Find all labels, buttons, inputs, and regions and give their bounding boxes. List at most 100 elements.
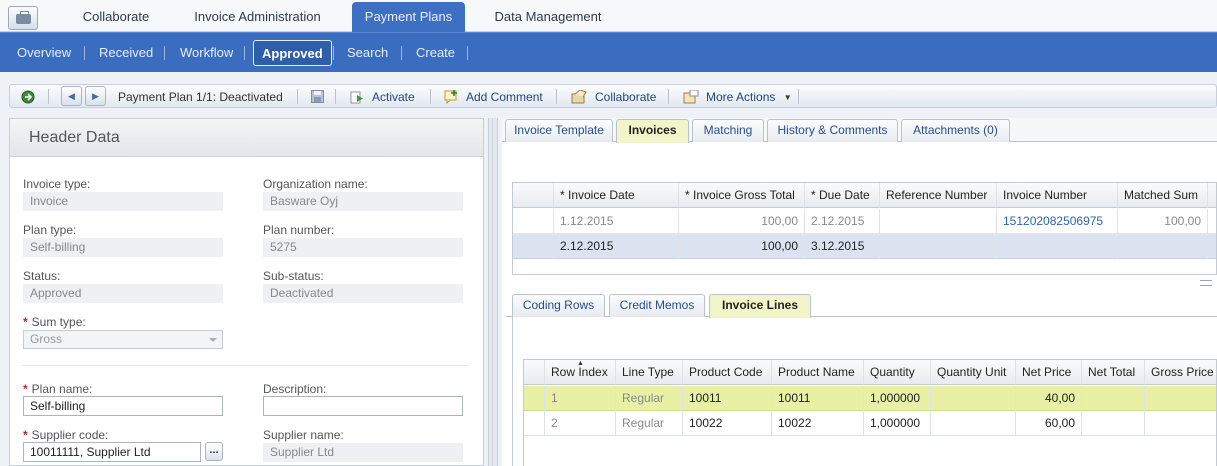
column-header[interactable]: * Invoice Date <box>554 183 679 208</box>
product-code-cell[interactable]: 10011 <box>683 386 772 411</box>
line-type-cell[interactable]: Regular <box>616 411 683 436</box>
refresh-icon[interactable] <box>21 88 35 106</box>
column-header[interactable]: Line Type <box>616 360 683 385</box>
matched-sum-cell[interactable]: 100,00 <box>1118 209 1208 234</box>
tab-attachments[interactable]: Attachments (0) <box>901 119 1010 142</box>
invoice-details-panel: Invoice Template Invoices Matching Histo… <box>502 118 1217 466</box>
column-header[interactable]: Reference Number <box>880 183 997 208</box>
tab-matching[interactable]: Matching <box>692 119 764 142</box>
net-price-cell[interactable]: 60,00 <box>1016 411 1082 436</box>
row-handle <box>513 234 554 259</box>
tab-data-management[interactable]: Data Management <box>484 2 612 32</box>
sum-type-label-text: Sum type: <box>31 315 86 329</box>
column-header[interactable]: * Due Date <box>805 183 880 208</box>
activate-button[interactable]: Activate <box>350 88 415 106</box>
gross-total-cell[interactable]: 100,00 <box>679 209 805 234</box>
line-tabs: Coding Rows Credit Memos Invoice Lines <box>506 293 1217 318</box>
add-comment-label: Add Comment <box>466 90 543 104</box>
column-header[interactable]: Matched Sum <box>1118 183 1208 208</box>
column-header[interactable]: Product Name <box>772 360 864 385</box>
subnav-received[interactable]: Received <box>99 40 153 66</box>
tab-invoice-template[interactable]: Invoice Template <box>505 119 613 142</box>
quantity-cell[interactable]: 1,000000 <box>864 386 931 411</box>
reference-cell[interactable] <box>880 234 997 259</box>
table-row[interactable]: 2.12.2015 100,00 3.12.2015 <box>513 234 1216 259</box>
invoices-grid: * Invoice Date * Invoice Gross Total * D… <box>512 182 1217 275</box>
tab-invoice-administration[interactable]: Invoice Administration <box>185 2 330 32</box>
plan-name-field[interactable]: Self-billing <box>23 396 223 416</box>
quantity-unit-cell[interactable] <box>931 411 1016 436</box>
supplier-code-label-text: Supplier code: <box>31 428 109 442</box>
briefcase-icon[interactable] <box>8 6 38 30</box>
description-field[interactable] <box>263 396 463 416</box>
status-value: Approved <box>23 284 223 303</box>
product-code-cell[interactable]: 10022 <box>683 411 772 436</box>
column-header[interactable]: Product Code <box>683 360 772 385</box>
tab-invoices[interactable]: Invoices <box>616 119 689 143</box>
invoice-number-cell[interactable] <box>997 234 1118 259</box>
required-marker: * <box>23 428 28 442</box>
tab-history-comments[interactable]: History & Comments <box>767 119 898 142</box>
row-index-cell[interactable]: 1 <box>545 386 616 411</box>
more-actions-button[interactable]: More Actions ▼ <box>683 88 792 106</box>
gross-price-cell[interactable] <box>1145 411 1216 436</box>
quantity-cell[interactable]: 1,000000 <box>864 411 931 436</box>
column-header[interactable]: Gross Price <box>1145 360 1216 385</box>
quantity-unit-cell[interactable] <box>931 386 1016 411</box>
line-type-cell[interactable]: Regular <box>616 386 683 411</box>
plan-number-value: 5275 <box>263 238 463 257</box>
save-icon[interactable] <box>311 88 324 106</box>
subnav-separator <box>401 46 402 60</box>
tab-payment-plans[interactable]: Payment Plans <box>352 2 465 32</box>
supplier-lookup-button[interactable]: ... <box>205 442 223 461</box>
reference-cell[interactable] <box>880 209 997 234</box>
net-total-cell[interactable] <box>1082 411 1145 436</box>
table-row[interactable]: 2 Regular 10022 10022 1,000000 60,00 <box>524 411 1216 436</box>
required-marker: * <box>23 315 28 329</box>
row-index-cell[interactable]: 2 <box>545 411 616 436</box>
table-row[interactable]: 1 Regular 10011 10011 1,000000 40,00 <box>524 386 1216 411</box>
column-header[interactable]: Invoice Number <box>997 183 1118 208</box>
subnav-approved[interactable]: Approved <box>253 40 332 66</box>
sub-status-value: Deactivated <box>263 284 463 303</box>
column-header[interactable]: Quantity <box>864 360 931 385</box>
invoice-number-link[interactable]: 151202082506975 <box>997 209 1118 234</box>
matched-sum-cell[interactable] <box>1118 234 1208 259</box>
net-total-cell[interactable] <box>1082 386 1145 411</box>
tab-collaborate[interactable]: Collaborate <box>68 2 164 32</box>
gross-price-cell[interactable] <box>1145 386 1216 411</box>
supplier-name-value: Supplier Ltd <box>263 443 463 462</box>
column-header[interactable]: Net Price <box>1016 360 1082 385</box>
invoice-date-cell[interactable]: 1.12.2015 <box>554 209 679 234</box>
sum-type-select[interactable]: Gross <box>23 330 223 349</box>
tab-coding-rows[interactable]: Coding Rows <box>512 294 605 317</box>
product-name-cell[interactable]: 10022 <box>772 411 864 436</box>
subnav-search[interactable]: Search <box>347 40 388 66</box>
invoice-date-cell[interactable]: 2.12.2015 <box>554 234 679 259</box>
column-header-row-index[interactable]: Row Index ▲ <box>545 360 616 385</box>
subnav-workflow[interactable]: Workflow <box>180 40 233 66</box>
activate-icon <box>350 90 365 104</box>
next-icon[interactable]: ▶ <box>85 86 106 106</box>
collaborate-button[interactable]: Collaborate <box>571 88 656 106</box>
resize-grip-icon[interactable] <box>1200 280 1212 286</box>
sub-status-label: Sub-status: <box>263 269 324 283</box>
supplier-code-field[interactable]: 10011111, Supplier Ltd <box>23 442 201 462</box>
table-row[interactable]: 1.12.2015 100,00 2.12.2015 1512020825069… <box>513 209 1216 234</box>
previous-icon[interactable]: ◀ <box>61 86 82 106</box>
due-date-cell[interactable]: 3.12.2015 <box>805 234 880 259</box>
tab-invoice-lines[interactable]: Invoice Lines <box>709 294 811 318</box>
panel-splitter[interactable] <box>488 118 498 466</box>
net-price-cell[interactable]: 40,00 <box>1016 386 1082 411</box>
subnav-overview[interactable]: Overview <box>17 40 71 66</box>
product-name-cell[interactable]: 10011 <box>772 386 864 411</box>
subnav-create[interactable]: Create <box>416 40 455 66</box>
gross-total-cell[interactable]: 100,00 <box>679 234 805 259</box>
column-header[interactable]: * Invoice Gross Total <box>679 183 805 208</box>
column-header[interactable]: Quantity Unit <box>931 360 1016 385</box>
tab-credit-memos[interactable]: Credit Memos <box>609 294 705 317</box>
column-header[interactable]: Net Total <box>1082 360 1145 385</box>
due-date-cell[interactable]: 2.12.2015 <box>805 209 880 234</box>
add-comment-button[interactable]: Add Comment <box>444 88 543 106</box>
required-marker: * <box>23 382 28 396</box>
